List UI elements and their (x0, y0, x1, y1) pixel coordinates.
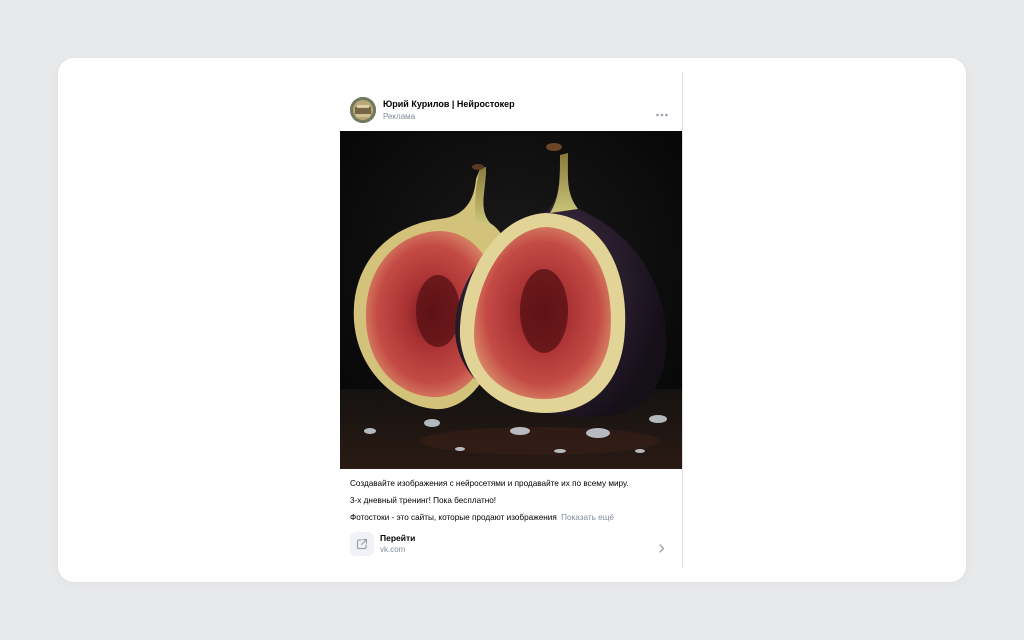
show-more-link[interactable]: Показать ещё (561, 513, 614, 522)
link-domain: vk.com (380, 545, 406, 554)
column-divider (682, 72, 683, 568)
post-text-line-3-text: Фотостоки - это сайты, которые продают и… (350, 513, 557, 522)
external-link-icon (350, 532, 374, 556)
ad-label: Реклама (383, 112, 416, 121)
post-text-line-3: Фотостоки - это сайты, которые продают и… (350, 513, 642, 522)
post-text-line-2: 3-х дневный тренинг! Пока бесплатно! (350, 496, 497, 505)
chevron-right-icon (659, 540, 665, 558)
post-image[interactable] (340, 131, 682, 469)
author-name[interactable]: Юрий Курилов | Нейростокер (383, 99, 515, 109)
link-title[interactable]: Перейти (380, 533, 415, 543)
link-snippet[interactable]: Перейти vk.com (350, 532, 666, 558)
more-horizontal-icon[interactable] (655, 106, 669, 117)
post-card: Юрий Курилов | Нейростокер Реклама Созда… (58, 58, 966, 582)
post-text-line-1: Создавайте изображения с нейросетями и п… (350, 479, 629, 488)
author-avatar[interactable] (350, 97, 376, 123)
post-header: Юрий Курилов | Нейростокер Реклама (350, 97, 670, 125)
